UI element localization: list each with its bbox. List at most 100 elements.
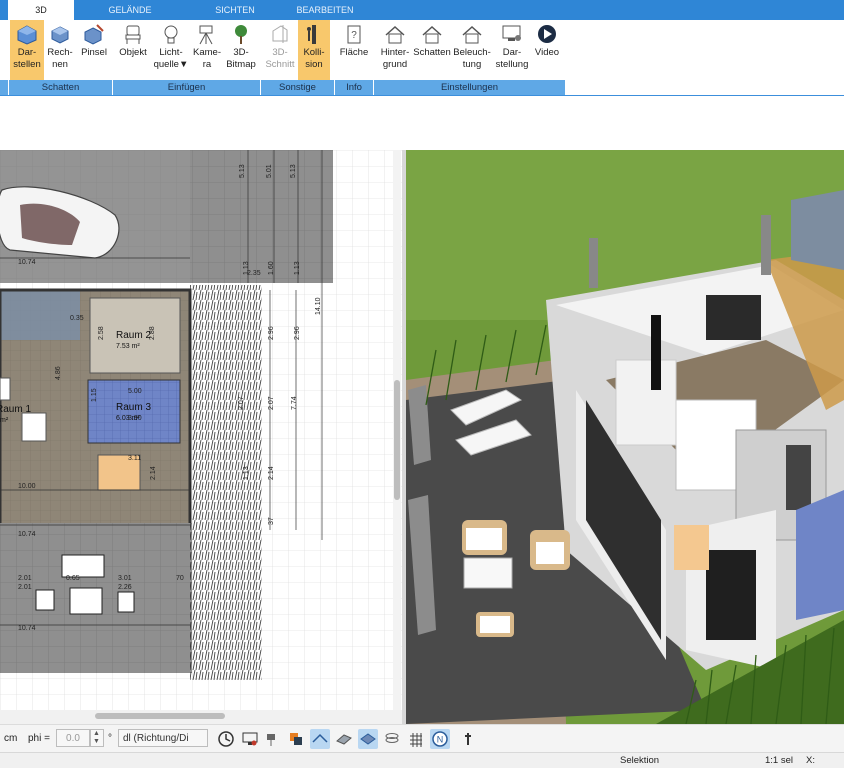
- direction-select[interactable]: dl (Richtung/Di: [118, 729, 208, 747]
- video-button[interactable]: Video: [532, 20, 562, 80]
- camera-path-icon[interactable]: [263, 729, 283, 749]
- 3d-schnitt-button[interactable]: 3D- Schnitt: [263, 20, 297, 80]
- group-einstellungen: Einstellungen: [440, 82, 499, 93]
- beleuchtung-label-1: Beleuch-: [453, 47, 491, 58]
- area-info-icon: ?: [347, 25, 361, 44]
- house-3d-brush-icon: [84, 24, 104, 45]
- dim-label: 4.86: [55, 366, 62, 380]
- dim-label: 1.13: [294, 261, 301, 275]
- direction-select-value: dl (Richtung/Di: [123, 733, 189, 744]
- dim-label: 2.01: [18, 584, 32, 591]
- dim-label: 1.60: [268, 261, 275, 275]
- beleuchtung-button[interactable]: Beleuch- tung: [452, 20, 492, 80]
- grid-icon[interactable]: [406, 729, 426, 749]
- darstellung-label-2: stellung: [495, 59, 529, 70]
- objekt-button[interactable]: Objekt: [116, 20, 150, 80]
- layers-color-icon[interactable]: [286, 729, 306, 749]
- kamera-button[interactable]: Kame- ra: [192, 20, 222, 80]
- dim-label: 2.35: [247, 270, 261, 277]
- stack-layers-icon[interactable]: [382, 729, 402, 749]
- pinsel-button[interactable]: Pinsel: [78, 20, 110, 80]
- clock-icon[interactable]: [216, 729, 236, 749]
- room-name: Raum 2: [116, 330, 151, 341]
- darstellen-button[interactable]: Dar- stellen: [10, 20, 44, 80]
- tab-sichten[interactable]: SICHTEN: [200, 0, 270, 20]
- phi-stepper[interactable]: ▲ ▼: [90, 729, 104, 747]
- darstellung-button[interactable]: Dar- stellung: [493, 20, 531, 80]
- hintergrund-label-1: Hinter-: [380, 47, 410, 58]
- camera-tripod-icon: [199, 25, 213, 45]
- hintergrund-label-2: grund: [382, 59, 408, 70]
- dropdown-arrow-icon[interactable]: ▼: [179, 59, 188, 70]
- flaeche-label: Fläche: [339, 47, 369, 58]
- video-label: Video: [534, 47, 560, 58]
- group-einfuegen: Einfügen: [113, 80, 261, 95]
- dim-label: 0.35: [70, 315, 84, 322]
- room-area: m²: [0, 417, 9, 424]
- wall-texture-icon[interactable]: [334, 729, 354, 749]
- dim-label: 1.15: [91, 388, 98, 402]
- lightbulb-icon: [164, 25, 178, 44]
- dim-label: 3.01: [118, 575, 132, 582]
- dim-label: 5.01: [266, 164, 273, 178]
- rechnen-button[interactable]: Rech- nen: [45, 20, 75, 80]
- tab-gelaende[interactable]: GELÄNDE: [95, 0, 165, 20]
- floor-plan-view[interactable]: 10.74 10.74 10.74 10.00 5.13 5.01 5.13 1…: [0, 150, 402, 710]
- tree-icon: [235, 25, 247, 44]
- monitor-camera-icon[interactable]: [240, 729, 260, 749]
- pinsel-label: Pinsel: [81, 47, 107, 58]
- section-cut-icon: [272, 25, 288, 43]
- house-3d-blue-icon: [17, 25, 37, 45]
- phi-input[interactable]: 0.0: [56, 729, 90, 747]
- north-arrow-icon[interactable]: N: [430, 729, 450, 749]
- roof-view-icon[interactable]: [310, 729, 330, 749]
- dim-label: 5.13: [239, 164, 246, 178]
- display-settings-icon: [502, 25, 521, 41]
- schatten-button[interactable]: Schatten: [412, 20, 452, 80]
- dim-label: 2.96: [268, 326, 275, 340]
- dim-label: 7.74: [291, 396, 298, 410]
- floor-plane-icon[interactable]: [358, 729, 378, 749]
- darstellen-label-2: stellen: [13, 59, 41, 70]
- dim-label: 1.13: [243, 466, 250, 480]
- tab-3d[interactable]: 3D: [8, 0, 74, 20]
- svg-text:?: ?: [351, 30, 357, 41]
- dim-label: 2.58: [98, 326, 105, 340]
- 3d-view[interactable]: [406, 150, 844, 724]
- hintergrund-button[interactable]: Hinter- grund: [376, 20, 414, 80]
- tab-bearbeiten[interactable]: BEARBEITEN: [290, 0, 360, 20]
- dim-label: 2.07: [268, 396, 275, 410]
- plan-horizontal-scroll-thumb[interactable]: [95, 713, 225, 719]
- dim-label: 10.74: [18, 625, 36, 632]
- schatten-label: Schatten: [413, 47, 451, 58]
- flaeche-button[interactable]: ? Fläche: [337, 20, 371, 80]
- kollision-label-2: sion: [305, 59, 323, 70]
- dim-label: 14.10: [315, 297, 322, 315]
- background-house-icon: [385, 25, 405, 44]
- ribbon-divider: [0, 95, 844, 96]
- rechnen-label-2: nen: [52, 59, 68, 70]
- lichtquelle-label-2: quelle: [153, 59, 179, 70]
- collision-icon: [307, 25, 316, 44]
- dim-label: 10.00: [18, 483, 36, 490]
- group-sonstige: Sonstige: [261, 80, 335, 95]
- 3d-bitmap-button[interactable]: 3D- Bitmap: [224, 20, 258, 80]
- lichtquelle-button[interactable]: Licht- quelle▼: [153, 20, 189, 80]
- dim-label: 5.00: [128, 388, 142, 395]
- dim-label: 3.11: [128, 455, 141, 462]
- shadow-house-icon: [422, 25, 442, 44]
- room-name: Raum 3: [116, 402, 151, 413]
- pin-icon[interactable]: [458, 729, 478, 749]
- dim-label: 2.14: [150, 466, 157, 480]
- dim-label: 70: [176, 575, 184, 582]
- video-play-icon: [538, 25, 556, 43]
- plan-vertical-scroll-thumb[interactable]: [394, 380, 400, 500]
- dim-label: 0.65: [66, 575, 80, 582]
- dim-label: 5.13: [290, 164, 297, 178]
- dim-label: 10.74: [18, 531, 36, 538]
- dim-label: 2.07: [238, 396, 245, 410]
- room-name: Raum 1: [0, 404, 31, 415]
- bottom-toolbar: cm phi = 0.0 ▲ ▼ ° dl (Richtung/Di N: [0, 724, 844, 753]
- kollision-button[interactable]: Kolli- sion: [298, 20, 330, 80]
- 3d-schnitt-label-2: Schnitt: [265, 59, 295, 70]
